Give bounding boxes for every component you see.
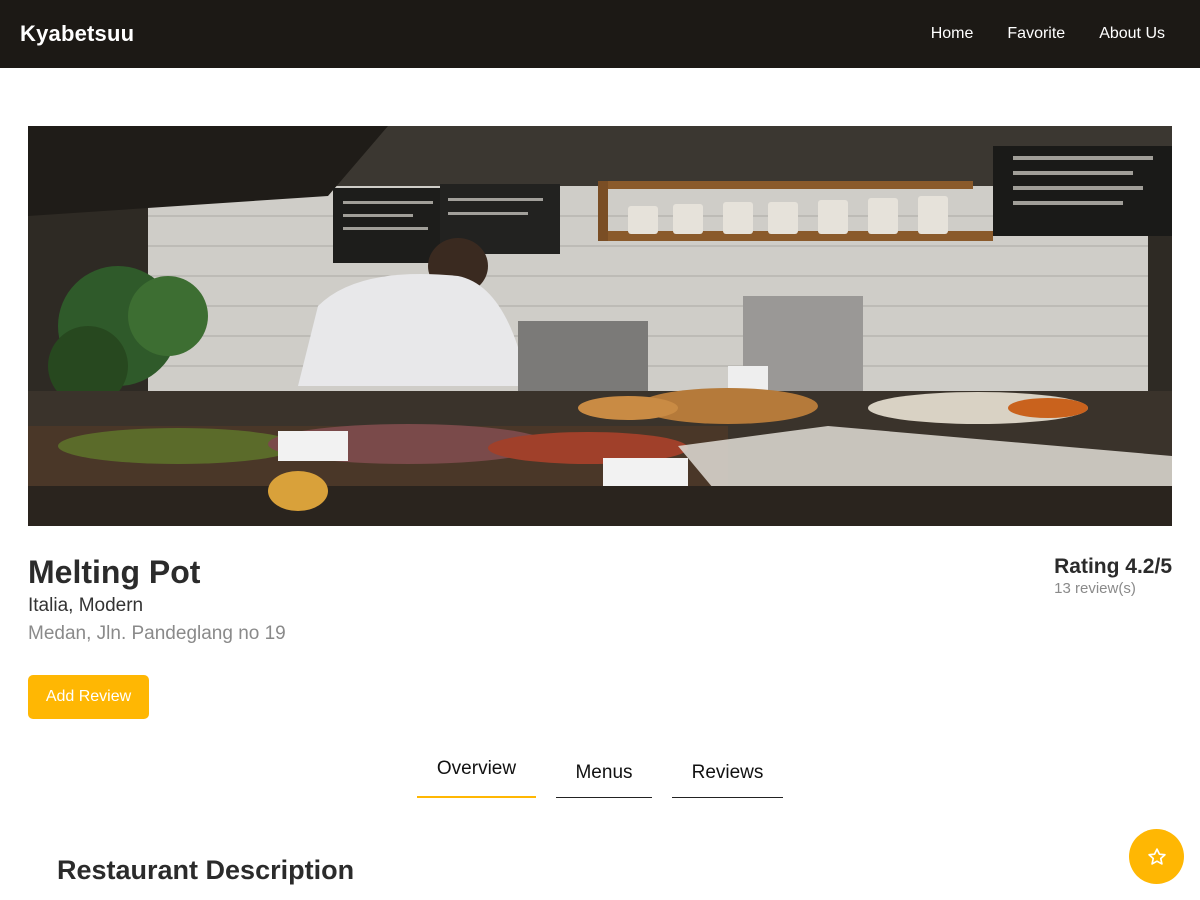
star-icon	[1147, 847, 1166, 865]
add-review-button[interactable]: Add Review	[28, 675, 149, 719]
tab-overview[interactable]: Overview	[417, 748, 536, 798]
restaurant-info: Melting Pot Italia, Modern Medan, Jln. P…	[28, 552, 286, 646]
navbar: Kyabetsuu Home Favorite About Us	[0, 0, 1200, 68]
nav-link-home[interactable]: Home	[931, 25, 974, 43]
brand-logo[interactable]: Kyabetsuu	[20, 21, 134, 47]
tab-menus[interactable]: Menus	[556, 748, 652, 798]
restaurant-kitchen-photo	[28, 126, 1172, 526]
tab-bar: Overview Menus Reviews	[417, 748, 783, 798]
nav-link-favorite[interactable]: Favorite	[1007, 25, 1065, 43]
restaurant-name: Melting Pot	[28, 554, 201, 590]
section-title-description: Restaurant Description	[57, 855, 355, 885]
favorite-fab-button[interactable]	[1129, 829, 1184, 884]
nav-links: Home Favorite About Us	[897, 25, 1180, 43]
review-count: 13 review(s)	[1054, 580, 1136, 597]
tab-reviews[interactable]: Reviews	[672, 748, 783, 798]
nav-link-about-us[interactable]: About Us	[1099, 25, 1165, 43]
hero-image	[28, 126, 1172, 526]
restaurant-address: Medan, Jln. Pandeglang no 19	[28, 623, 286, 644]
rating-label: Rating 4.2/5	[1054, 555, 1172, 578]
rating-block: Rating 4.2/5 13 review(s)	[1054, 554, 1172, 598]
restaurant-categories: Italia, Modern	[28, 595, 144, 616]
